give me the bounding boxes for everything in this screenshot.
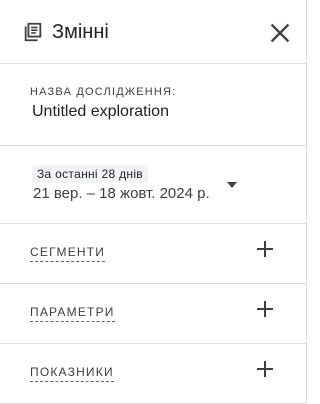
add-segment-plus-icon[interactable]: [255, 239, 275, 259]
variables-panel: Змінні НАЗВА ДОСЛІДЖЕННЯ: Untitled explo…: [0, 0, 307, 404]
panel-title: Змінні: [52, 21, 109, 43]
caret-down-icon[interactable]: [227, 182, 237, 188]
dimensions-label[interactable]: ПАРАМЕТРИ: [30, 304, 115, 322]
panel-header: Змінні: [0, 0, 307, 64]
segments-label[interactable]: СЕГМЕНТИ: [30, 244, 106, 262]
exploration-name-field[interactable]: Untitled exploration: [32, 101, 169, 123]
library-books-icon: [24, 22, 42, 42]
metrics-section: ПОКАЗНИКИ: [0, 344, 307, 404]
add-dimension-plus-icon[interactable]: [255, 299, 275, 319]
segments-section: СЕГМЕНТИ: [0, 224, 307, 284]
exploration-name-section: НАЗВА ДОСЛІДЖЕННЯ: Untitled exploration: [0, 64, 307, 146]
dimensions-section: ПАРАМЕТРИ: [0, 284, 307, 344]
metrics-label[interactable]: ПОКАЗНИКИ: [30, 364, 114, 382]
date-preset-chip: За останні 28 днів: [32, 165, 148, 183]
close-icon[interactable]: [267, 20, 293, 46]
date-range-selector[interactable]: За останні 28 днів 21 вер. – 18 жовт. 20…: [0, 146, 307, 224]
date-range-text: 21 вер. – 18 жовт. 2024 р.: [33, 185, 210, 202]
exploration-name-label: НАЗВА ДОСЛІДЖЕННЯ:: [30, 86, 177, 98]
add-metric-plus-icon[interactable]: [255, 359, 275, 379]
